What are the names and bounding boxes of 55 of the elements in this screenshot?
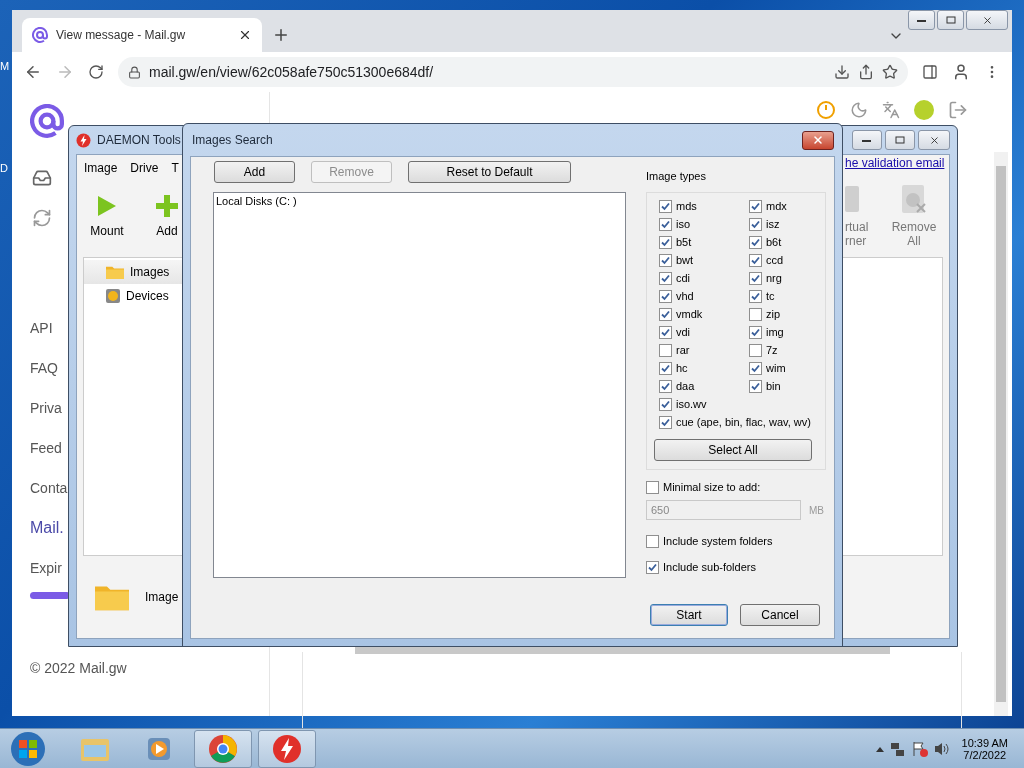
checkbox-label: bin <box>766 380 781 392</box>
footer-text: © 2022 Mail.gw <box>30 660 128 676</box>
checkbox-label: tc <box>766 290 775 302</box>
checkbox-label: hc <box>676 362 688 374</box>
checkbox-label: bwt <box>676 254 694 266</box>
dialog-button[interactable]: Start <box>650 604 728 626</box>
desktop-icon-label[interactable]: D <box>0 162 8 174</box>
menu-item[interactable]: Drive <box>130 161 159 175</box>
dialog-title: Images Search <box>192 133 273 147</box>
unit-label: MB <box>809 504 824 516</box>
checkbox-label: daa <box>676 380 695 392</box>
validation-link[interactable]: he validation email <box>845 156 945 170</box>
browser-tab[interactable]: View message - Mail.gw <box>22 18 262 52</box>
checkbox-label: b6t <box>766 236 782 248</box>
checkbox-label: Minimal size to add: <box>663 481 761 493</box>
select-all-button[interactable]: Select All <box>654 439 812 461</box>
checkbox-label: 7z <box>766 344 778 356</box>
tab-title: View message - Mail.gw <box>56 28 187 42</box>
checkbox-label: mds <box>676 200 697 212</box>
toolbar-button[interactable]: Mount <box>77 194 137 238</box>
checkbox-label: cue (ape, bin, flac, wav, wv) <box>676 416 811 428</box>
checkbox-label: vhd <box>676 290 694 302</box>
checkbox-label: vdi <box>676 326 691 338</box>
checkbox-label: img <box>766 326 784 338</box>
checkbox-label: isz <box>766 218 780 230</box>
checkbox-label: Include sub-folders <box>663 561 756 573</box>
menu-item[interactable]: Image <box>84 161 118 175</box>
expiry-label: Expir <box>30 559 63 578</box>
dialog-button[interactable]: Cancel <box>740 604 820 626</box>
brand-text: Mail. <box>30 518 65 538</box>
checkbox-label: b5t <box>676 236 692 248</box>
dialog-button[interactable]: Reset to Default <box>408 161 571 183</box>
checkbox-label: ccd <box>766 254 784 266</box>
location-item[interactable]: Local Disks (C: ) <box>216 195 623 207</box>
checkbox-label: rar <box>676 344 690 356</box>
checkbox-label: iso <box>676 218 691 230</box>
toolbar-button[interactable]: Remove All <box>883 184 945 248</box>
checkbox-label: iso.wv <box>676 398 707 410</box>
checkbox-label: cdi <box>676 272 691 284</box>
checkbox-label: mdx <box>766 200 787 212</box>
checkbox-label: vmdk <box>676 308 703 320</box>
url-text: mail.gw/en/view/62c058afe750c51300e684df/ <box>149 64 435 80</box>
checkbox-label: nrg <box>766 272 782 284</box>
clock[interactable]: 10:39 AM 7/2/2022 <box>961 737 1008 761</box>
status-label: Image <box>145 590 179 604</box>
checkbox-label: wim <box>766 362 786 374</box>
toolbar-button[interactable]: rtual rner <box>845 184 875 248</box>
address-bar[interactable]: mail.gw/en/view/62c058afe750c51300e684df/ <box>118 57 908 87</box>
desktop-icon-label[interactable]: M <box>0 60 10 72</box>
checkbox-label: Include system folders <box>663 535 773 547</box>
window-title: DAEMON Tools <box>97 133 181 147</box>
menu-item[interactable]: T <box>171 161 179 175</box>
checkbox-label: zip <box>766 308 781 320</box>
dialog-button[interactable]: Add <box>214 161 295 183</box>
section-label: Image types <box>646 169 707 184</box>
